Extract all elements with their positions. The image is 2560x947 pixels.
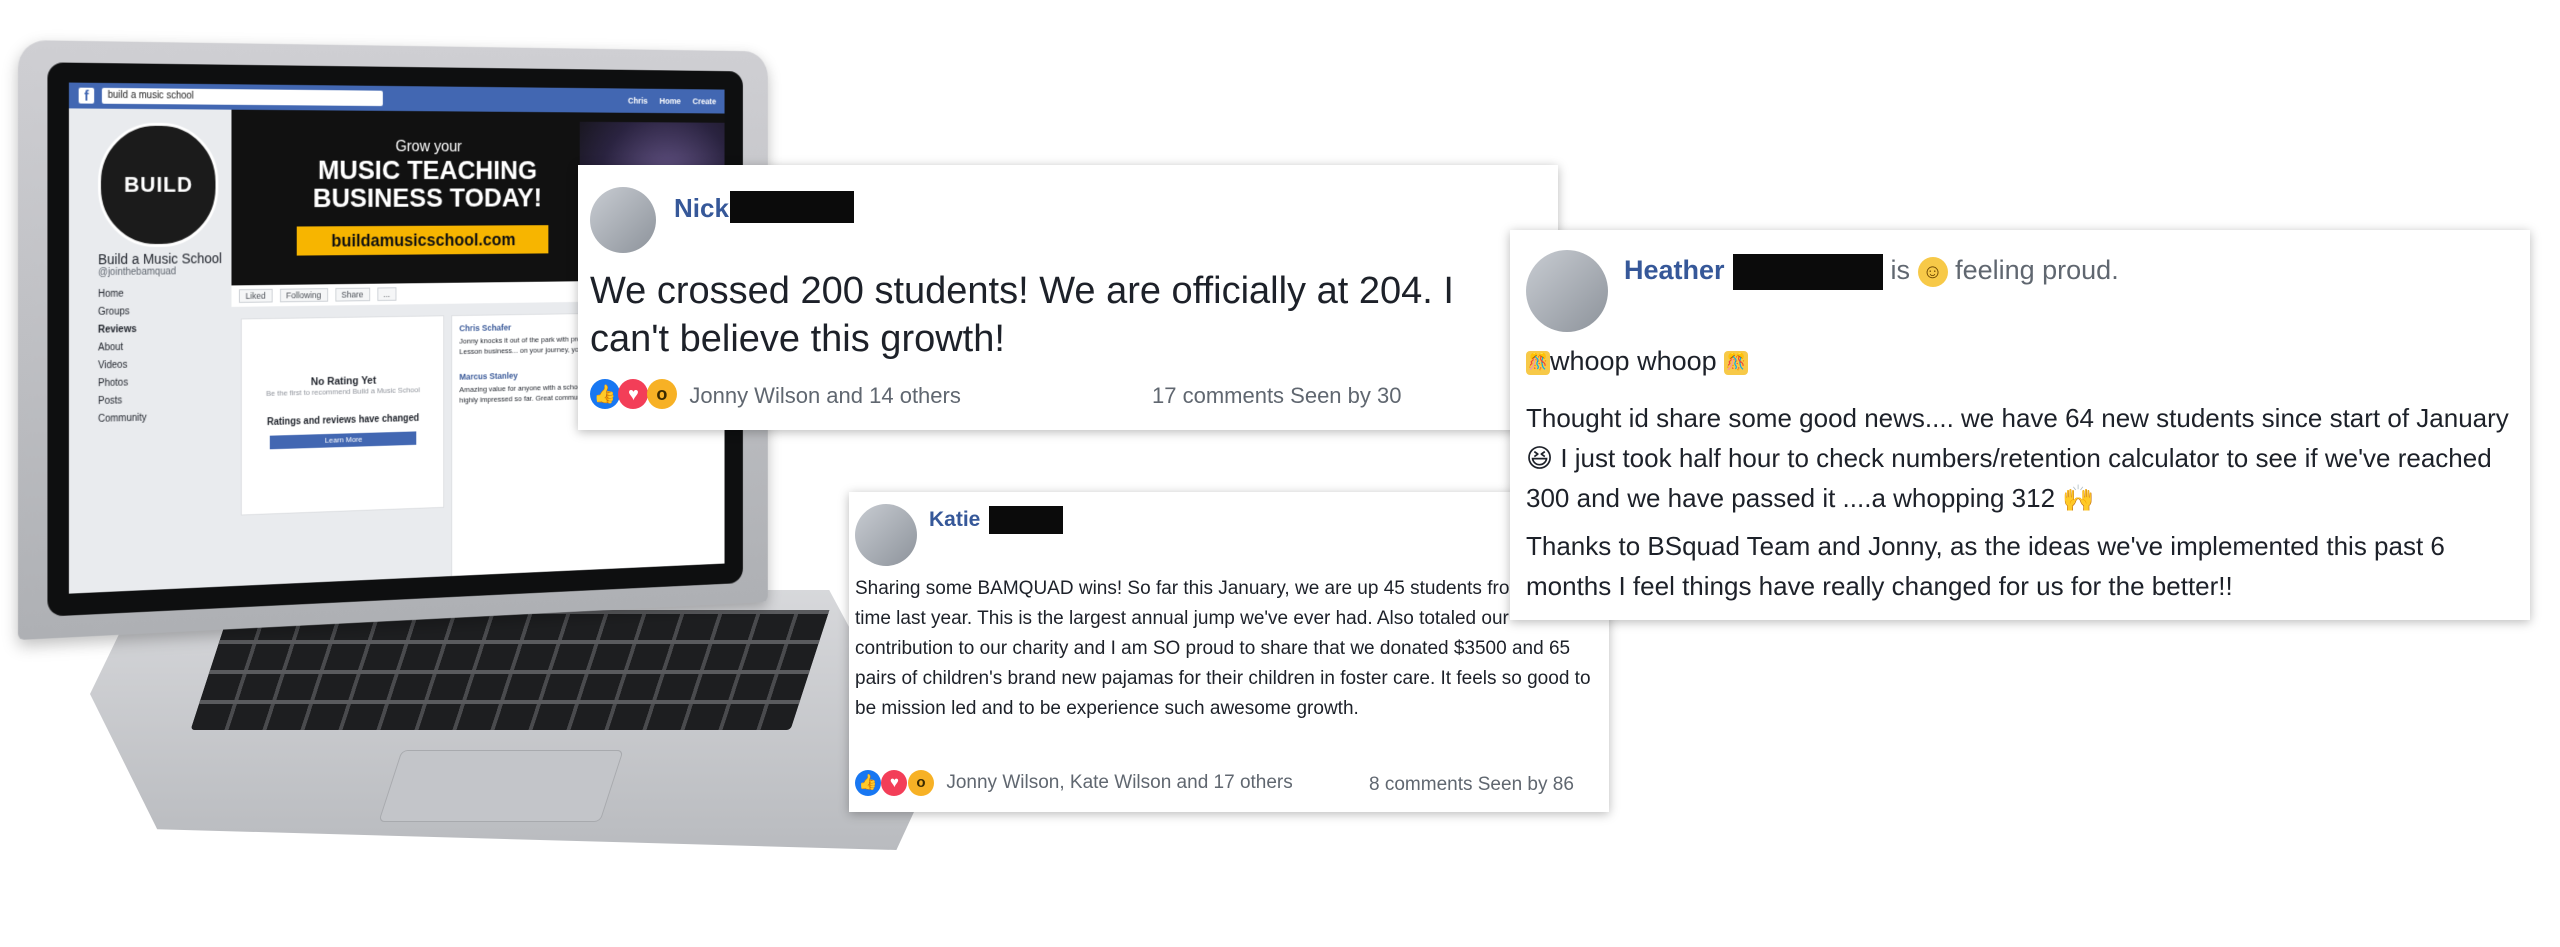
wow-reaction-icon: o <box>907 770 934 796</box>
whoop-line: 🎊whoop whoop 🎊 <box>1526 346 1749 377</box>
reaction-summary[interactable]: 👍 ♥ o Jonny Wilson and 14 others <box>590 379 961 409</box>
post-body: We crossed 200 students! We are official… <box>590 270 1454 360</box>
confetti-emoji-icon: 🎊 <box>1526 350 1550 375</box>
author-name[interactable]: Nick <box>674 193 729 224</box>
author-name[interactable]: Katie <box>929 508 980 532</box>
like-reaction-icon: 👍 <box>855 770 881 796</box>
review-author[interactable]: Chris Schafer <box>459 323 511 333</box>
left-nav-groups[interactable]: Groups <box>98 302 231 322</box>
nav-profile[interactable]: Chris <box>628 96 648 105</box>
redacted-surname <box>1732 254 1883 290</box>
facebook-logo-icon[interactable]: f <box>78 87 95 104</box>
following-button[interactable]: Following <box>279 288 328 303</box>
avatar[interactable] <box>590 187 656 253</box>
avatar[interactable] <box>1526 250 1608 332</box>
avatar[interactable] <box>855 504 917 566</box>
page-handle: @jointhebamquad <box>98 266 177 279</box>
liked-button[interactable]: Liked <box>238 288 273 303</box>
is-label: is <box>1890 255 1911 286</box>
love-reaction-icon: ♥ <box>618 379 649 409</box>
post-body: Sharing some BAMQUAD wins! So far this J… <box>855 578 1591 719</box>
share-button[interactable]: Share <box>335 287 370 302</box>
author-name[interactable]: Heather <box>1624 255 1725 285</box>
page-name[interactable]: Build a Music School <box>98 250 231 267</box>
post-paragraph: Thanks to BSquad Team and Jonny, as the … <box>1526 531 2445 601</box>
post-stats[interactable]: 17 comments Seen by 30 <box>1152 383 1401 409</box>
nav-create[interactable]: Create <box>693 97 717 106</box>
post-paragraph: Thought id share some good news.... we h… <box>1526 403 2509 513</box>
post-heather: Heather is ☺ feeling proud. 🎊whoop whoop … <box>1510 230 2530 620</box>
search-input[interactable]: build a music school <box>101 87 383 107</box>
post-nick: Nick We crossed 200 students! We are off… <box>578 165 1558 430</box>
reactors[interactable]: Jonny Wilson, Kate Wilson and 17 others <box>946 772 1292 793</box>
redacted-surname <box>989 506 1063 534</box>
nav-home[interactable]: Home <box>660 96 681 105</box>
love-reaction-icon: ♥ <box>881 770 908 796</box>
post-header: Heather is ☺ feeling proud. <box>1624 254 2119 290</box>
review-author[interactable]: Marcus Stanley <box>459 371 517 382</box>
whoop-text: whoop whoop <box>1550 346 1717 376</box>
more-button[interactable]: ... <box>377 287 397 301</box>
cover-headline: Grow your MUSIC TEACHING BUSINESS TODAY! <box>278 139 574 214</box>
left-nav-community[interactable]: Community <box>98 407 231 428</box>
rating-changed: Ratings and reviews have changed <box>266 413 420 428</box>
trackpad <box>378 750 624 822</box>
redacted-surname <box>730 191 854 223</box>
reactors[interactable]: Jonny Wilson and 14 others <box>689 383 961 408</box>
keyboard <box>190 610 830 730</box>
rating-card: No Rating Yet Be the first to recommend … <box>240 315 445 516</box>
top-nav: Chris Home Create <box>628 96 716 106</box>
post-katie: Katie Sharing some BAMQUAD wins! So far … <box>849 492 1609 812</box>
cover-url: buildamusicschool.com <box>296 225 549 256</box>
confetti-emoji-icon: 🎊 <box>1724 350 1749 375</box>
feeling-label: feeling proud. <box>1955 255 2119 286</box>
page-left-nav: Build a Music School @jointhebamquad Hom… <box>98 250 231 428</box>
wow-reaction-icon: o <box>646 379 677 409</box>
smile-emoji-icon: ☺ <box>1917 257 1948 287</box>
facebook-topbar: f build a music school Chris Home Create <box>68 82 725 114</box>
learn-more-button[interactable]: Learn More <box>269 431 417 450</box>
cover-title: MUSIC TEACHING BUSINESS TODAY! <box>312 154 542 214</box>
like-reaction-icon: 👍 <box>590 379 620 409</box>
page-avatar[interactable]: BUILD <box>98 122 219 248</box>
reaction-summary[interactable]: 👍 ♥ o Jonny Wilson, Kate Wilson and 17 o… <box>855 770 1293 796</box>
post-stats[interactable]: 8 comments Seen by 86 <box>1369 774 1574 796</box>
left-nav-home[interactable]: Home <box>98 284 231 303</box>
